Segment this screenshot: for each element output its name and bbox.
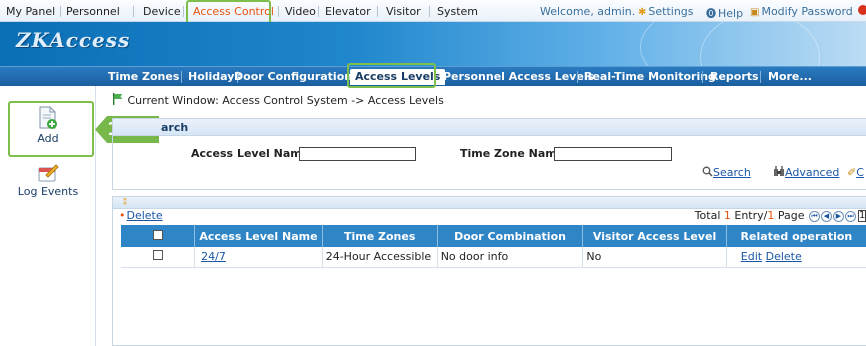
delete-selected-button[interactable]: Delete bbox=[119, 209, 163, 222]
top-navigation: My Panel Personnel Device Access Control… bbox=[0, 0, 866, 22]
add-highlight bbox=[8, 101, 94, 157]
modify-password-label: Modify Password bbox=[761, 5, 853, 18]
column-visitor-access-level: Visitor Access Level bbox=[582, 225, 727, 247]
next-page-icon[interactable]: ▶ bbox=[833, 210, 844, 222]
nav-separator bbox=[278, 6, 279, 17]
time-zone-name-label: Time Zone Name: bbox=[460, 147, 569, 160]
access-level-table: Access Level Name Time Zones Door Combin… bbox=[121, 225, 866, 268]
edit-link[interactable]: Edit bbox=[741, 250, 762, 263]
modify-password-icon: ▣ bbox=[750, 7, 760, 18]
app-logo: ZKAccess bbox=[16, 28, 131, 52]
help-icon: ⓿ bbox=[706, 9, 716, 20]
help-link[interactable]: ⓿ Help bbox=[706, 5, 743, 20]
nav-separator bbox=[60, 6, 61, 17]
first-page-icon[interactable]: ⏮ bbox=[809, 210, 820, 222]
banner-swoosh bbox=[700, 22, 820, 66]
door-combination-cell: No door info bbox=[437, 247, 584, 268]
select-all-cell bbox=[121, 225, 196, 247]
nav-visitor[interactable]: Visitor bbox=[386, 5, 421, 18]
tab-personnel-access-levels[interactable]: Personnel Access Levels bbox=[437, 69, 600, 85]
collapse-icon[interactable]: ⁑ bbox=[123, 198, 127, 207]
nav-video[interactable]: Video bbox=[285, 5, 316, 18]
search-icon bbox=[702, 166, 713, 177]
search-button[interactable]: Search bbox=[702, 166, 751, 179]
advanced-label: Advanced bbox=[785, 166, 840, 179]
app-banner: ZKAccess bbox=[0, 22, 866, 66]
nav-separator bbox=[318, 6, 319, 17]
nav-my-panel[interactable]: My Panel bbox=[6, 5, 55, 18]
logout-icon[interactable] bbox=[858, 5, 866, 15]
access-level-name-input[interactable] bbox=[299, 147, 416, 161]
nav-separator bbox=[429, 6, 430, 17]
last-page-icon[interactable]: ⏭ bbox=[845, 210, 856, 222]
select-all-checkbox[interactable] bbox=[152, 230, 163, 240]
time-zone-name-input[interactable] bbox=[554, 147, 672, 161]
column-related-operation: Related operation bbox=[726, 225, 866, 247]
previous-page-icon[interactable]: ◀ bbox=[821, 210, 832, 222]
nav-elevator[interactable]: Elevator bbox=[325, 5, 371, 18]
row-checkbox[interactable] bbox=[152, 250, 163, 261]
pager-total-count: 1 bbox=[723, 209, 731, 222]
search-panel: arch Access Level Name: Time Zone Name: … bbox=[112, 118, 866, 190]
tab-separator bbox=[702, 71, 703, 83]
advanced-search-button[interactable]: Advanced bbox=[773, 166, 839, 179]
column-access-level-name[interactable]: Access Level Name bbox=[194, 225, 323, 247]
access-level-name-cell: 24/7 bbox=[194, 247, 323, 268]
sidebar-item-log-events[interactable]: Log Events bbox=[0, 163, 96, 198]
tab-door-configuration[interactable]: Door Configuration bbox=[228, 69, 358, 85]
nav-personnel[interactable]: Personnel bbox=[66, 5, 120, 18]
access-level-name-label: Access Level Name: bbox=[191, 147, 314, 160]
table-header-row: Access Level Name Time Zones Door Combin… bbox=[121, 225, 866, 247]
nav-separator bbox=[133, 6, 134, 17]
list-panel-header: ⁑ bbox=[113, 197, 866, 209]
access-level-name-link[interactable]: 24/7 bbox=[201, 250, 226, 263]
delete-selected-label: Delete bbox=[126, 209, 163, 222]
breadcrumb-text: Current Window: Access Control System ->… bbox=[127, 94, 444, 107]
search-label: Search bbox=[713, 166, 751, 179]
nav-device[interactable]: Device bbox=[143, 5, 181, 18]
nav-system[interactable]: System bbox=[437, 5, 478, 18]
clear-icon: ✐ bbox=[847, 166, 857, 179]
access-levels-highlight bbox=[347, 63, 436, 88]
access-level-list-panel: ⁑ Delete Total 1 Entry/1 Page ⏮◀▶⏭1 Acce… bbox=[112, 196, 866, 346]
column-door-combination: Door Combination bbox=[437, 225, 584, 247]
search-panel-header: arch bbox=[113, 119, 866, 136]
tab-more[interactable]: More... bbox=[762, 69, 818, 85]
nav-separator bbox=[183, 6, 184, 17]
advanced-icon bbox=[774, 166, 784, 176]
log-events-icon bbox=[38, 164, 59, 182]
tab-reports[interactable]: Reports bbox=[704, 69, 765, 85]
pager-total-prefix: Total bbox=[694, 209, 724, 222]
pagination: Total 1 Entry/1 Page ⏮ ◀ ▶ ⏭ 1 bbox=[695, 209, 866, 222]
welcome-text: Welcome, admin. bbox=[540, 5, 636, 18]
settings-link[interactable]: ✱ Settings bbox=[638, 5, 694, 18]
settings-label: Settings bbox=[648, 5, 694, 18]
settings-icon: ✱ bbox=[638, 7, 647, 18]
time-zone-cell: 24-Hour Accessible bbox=[322, 247, 438, 268]
search-panel-title: arch bbox=[161, 121, 189, 134]
tab-time-zones[interactable]: Time Zones bbox=[102, 69, 185, 85]
delete-link[interactable]: Delete bbox=[766, 250, 802, 263]
pager-page-suffix: Page bbox=[774, 209, 805, 222]
clear-search-button[interactable]: ✐C bbox=[847, 166, 864, 179]
column-time-zones: Time Zones bbox=[322, 225, 438, 247]
table-row: 24/7 24-Hour Accessible No door info No … bbox=[121, 247, 866, 268]
modify-password-link[interactable]: ▣ Modify Password bbox=[750, 5, 853, 18]
flag-icon bbox=[113, 93, 123, 105]
tab-real-time-monitoring[interactable]: Real-Time Monitoring bbox=[578, 69, 722, 85]
help-label: Help bbox=[718, 7, 744, 20]
nav-separator bbox=[377, 6, 378, 17]
sidebar-item-label: Log Events bbox=[17, 185, 79, 198]
row-select-cell bbox=[121, 247, 196, 268]
breadcrumb: Current Window: Access Control System ->… bbox=[112, 93, 444, 107]
tab-separator bbox=[760, 71, 761, 83]
related-operation-cell: Edit Delete bbox=[726, 247, 866, 268]
pager-total-suffix: Entry/ bbox=[730, 209, 768, 222]
page-number-input[interactable]: 1 bbox=[858, 210, 866, 222]
visitor-access-cell: No bbox=[582, 247, 727, 268]
clear-label: C bbox=[856, 166, 864, 179]
